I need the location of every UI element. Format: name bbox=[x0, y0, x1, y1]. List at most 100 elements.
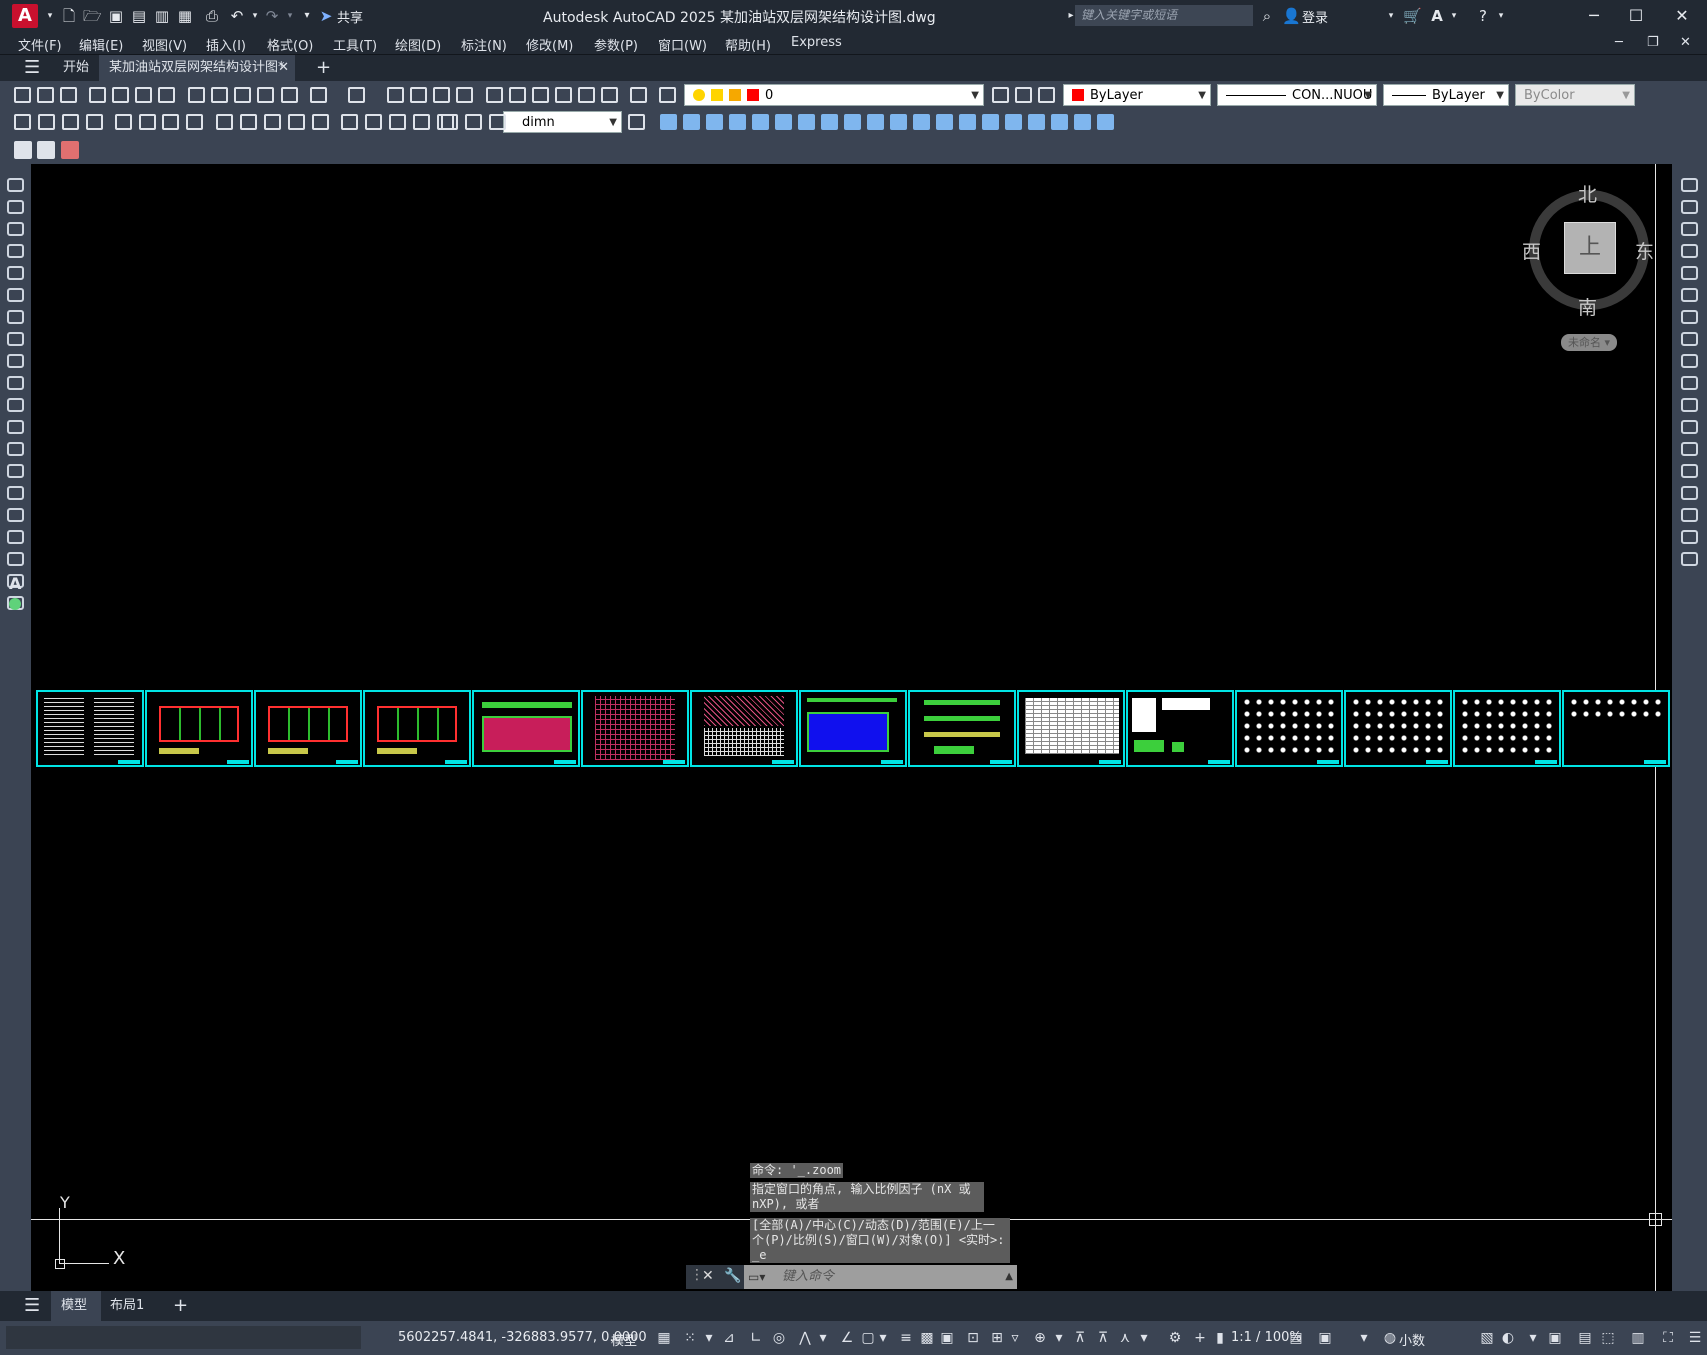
tab-start[interactable]: 开始 bbox=[53, 55, 99, 81]
modeling-tool-icon[interactable] bbox=[959, 114, 976, 130]
modify-tool-icon[interactable] bbox=[1681, 486, 1698, 500]
modify-tool-icon[interactable] bbox=[1681, 442, 1698, 456]
autodesk-account-icon[interactable]: A bbox=[1428, 7, 1446, 25]
save-icon[interactable]: ▣ bbox=[107, 7, 125, 25]
drawing-sheet[interactable] bbox=[581, 690, 689, 767]
modify-tool-icon[interactable] bbox=[1681, 398, 1698, 412]
modify-tool-icon[interactable] bbox=[1681, 530, 1698, 544]
compass-north[interactable]: 北 bbox=[1578, 180, 1597, 207]
doc-restore-button[interactable]: ❐ bbox=[1647, 35, 1659, 50]
radius-icon[interactable] bbox=[115, 114, 132, 130]
modify-tool-icon[interactable] bbox=[1681, 178, 1698, 192]
modeling-tool-icon[interactable] bbox=[936, 114, 953, 130]
draw-tool-icon[interactable] bbox=[7, 398, 24, 412]
minimize-button[interactable]: ─ bbox=[1579, 4, 1609, 28]
hardware-acceleration-icon[interactable]: ▧ bbox=[1478, 1330, 1496, 1346]
share-icon[interactable]: ➤ bbox=[317, 7, 335, 25]
redo-icon[interactable] bbox=[348, 87, 365, 103]
batch-plot-icon[interactable] bbox=[158, 87, 175, 103]
transparency-icon[interactable]: ▩ bbox=[918, 1330, 936, 1346]
new-file-icon[interactable]: 🗋 bbox=[60, 7, 78, 25]
draw-tool-icon[interactable] bbox=[7, 442, 24, 456]
make-current-icon[interactable] bbox=[992, 87, 1009, 103]
new-icon[interactable] bbox=[14, 87, 31, 103]
clean-screen-toggle-icon[interactable]: ⬚ bbox=[1599, 1330, 1617, 1346]
menu-draw[interactable]: 绘图(D) bbox=[395, 35, 441, 54]
layer-dropdown[interactable]: 0 ▼ bbox=[684, 84, 984, 106]
modeling-tool-icon[interactable] bbox=[798, 114, 815, 130]
draw-tool-icon[interactable] bbox=[7, 332, 24, 346]
lineweight-dropdown[interactable]: ByLayer ▼ bbox=[1383, 84, 1509, 106]
scale-dropdown-icon[interactable]: ▾ bbox=[1135, 1330, 1153, 1346]
add-layout-button[interactable]: + bbox=[163, 1291, 198, 1321]
dimstyle-dropdown[interactable]: dimn ▼ bbox=[503, 111, 622, 133]
customization-icon[interactable]: ▥ bbox=[1629, 1330, 1647, 1346]
search-icon[interactable]: ⌕ bbox=[1258, 7, 1276, 25]
draw-tool-icon[interactable] bbox=[7, 222, 24, 236]
block-editor-icon[interactable] bbox=[281, 87, 298, 103]
break-icon[interactable] bbox=[312, 114, 329, 130]
doc-close-button[interactable]: ✕ bbox=[1680, 35, 1691, 50]
model-space-toggle[interactable]: 模型 bbox=[611, 1330, 637, 1349]
menu-parametric[interactable]: 参数(P) bbox=[594, 35, 638, 54]
menu-dimension[interactable]: 标注(N) bbox=[461, 35, 507, 54]
coordinate-readout[interactable]: 5602257.4841, -326883.9577, 0.0000 bbox=[398, 1330, 647, 1345]
modify-tool-icon[interactable] bbox=[1681, 420, 1698, 434]
draw-tool-icon[interactable] bbox=[7, 288, 24, 302]
tab-layout1[interactable]: 布局1 bbox=[100, 1291, 154, 1321]
jogged-linear-icon[interactable] bbox=[413, 114, 430, 130]
menu-file[interactable]: 文件(F) bbox=[18, 35, 62, 54]
isodraft-dropdown-icon[interactable]: ▾ bbox=[814, 1330, 832, 1346]
text-icon[interactable]: A bbox=[9, 574, 26, 593]
customize-quick-access-icon[interactable]: ▾ bbox=[298, 7, 316, 25]
annotation-visibility-icon[interactable]: ⊼ bbox=[1071, 1330, 1089, 1346]
help-dropdown-icon[interactable]: ▾ bbox=[1492, 7, 1510, 25]
plotstyle-dropdown[interactable]: ByColor ▼ bbox=[1515, 84, 1635, 106]
help-search-input[interactable]: 键入关键字或短语 bbox=[1075, 5, 1253, 26]
sign-in-dropdown-icon[interactable]: ▾ bbox=[1382, 7, 1400, 25]
app-menu-chevron-icon[interactable]: ▾ bbox=[41, 7, 59, 25]
redo-dropdown-icon[interactable]: ▾ bbox=[281, 7, 299, 25]
layer-state-icon[interactable] bbox=[1038, 87, 1055, 103]
baseline-icon[interactable] bbox=[240, 114, 257, 130]
modeling-tool-icon[interactable] bbox=[867, 114, 884, 130]
menu-express[interactable]: Express bbox=[791, 35, 842, 50]
arc-length-icon[interactable] bbox=[62, 114, 79, 130]
modeling-tool-icon[interactable] bbox=[729, 114, 746, 130]
draw-tool-icon[interactable] bbox=[7, 376, 24, 390]
command-prompt-icon[interactable]: ▭▾ bbox=[748, 1265, 765, 1289]
sign-in-button[interactable]: 登录 bbox=[1302, 7, 1328, 26]
publish-icon[interactable]: ▦ bbox=[176, 7, 194, 25]
tool-palettes-icon[interactable] bbox=[532, 87, 549, 103]
layout-list-icon[interactable]: ☰ bbox=[14, 1291, 50, 1321]
viewcube-top-face[interactable]: 上 bbox=[1564, 222, 1616, 274]
cart-icon[interactable]: 🛒 bbox=[1403, 7, 1422, 25]
draw-tool-icon[interactable] bbox=[7, 178, 24, 192]
zoom-window-icon[interactable] bbox=[433, 87, 450, 103]
draw-tool-icon[interactable] bbox=[7, 354, 24, 368]
drawing-sheet[interactable] bbox=[1453, 690, 1561, 767]
hamburger-menu-icon[interactable]: ☰ bbox=[14, 55, 50, 81]
help-icon[interactable] bbox=[630, 87, 647, 103]
zoom-previous-icon[interactable] bbox=[456, 87, 473, 103]
calculator-icon[interactable] bbox=[601, 87, 618, 103]
modeling-tool-icon[interactable] bbox=[821, 114, 838, 130]
space-icon[interactable] bbox=[288, 114, 305, 130]
drawing-sheet[interactable] bbox=[1126, 690, 1234, 767]
modeling-tool-icon[interactable] bbox=[706, 114, 723, 130]
help-icon[interactable]: ? bbox=[1474, 7, 1492, 25]
layer-properties-icon[interactable] bbox=[659, 87, 676, 103]
annotation-scale-icon[interactable]: ⋏ bbox=[1116, 1330, 1134, 1346]
color-dropdown[interactable]: ByLayer ▼ bbox=[1063, 84, 1211, 106]
drawing-sheet[interactable] bbox=[1017, 690, 1125, 767]
tab-document[interactable]: 某加油站双层网架结构设计图* ✕ bbox=[99, 55, 295, 81]
selection-cycling-icon[interactable]: ▣ bbox=[938, 1330, 956, 1346]
lineweight-icon[interactable]: ≡ bbox=[897, 1330, 915, 1346]
undo-dropdown-icon[interactable]: ▾ bbox=[246, 7, 264, 25]
sheet-icon[interactable] bbox=[14, 141, 32, 159]
tolerance-icon[interactable] bbox=[341, 114, 358, 130]
clean-screen-icon[interactable]: ▾ bbox=[1355, 1330, 1373, 1346]
print-icon[interactable]: ⎙ bbox=[203, 7, 221, 25]
command-customize-icon[interactable]: 🔧 bbox=[724, 1268, 741, 1284]
maximize-button[interactable]: ☐ bbox=[1621, 4, 1651, 28]
